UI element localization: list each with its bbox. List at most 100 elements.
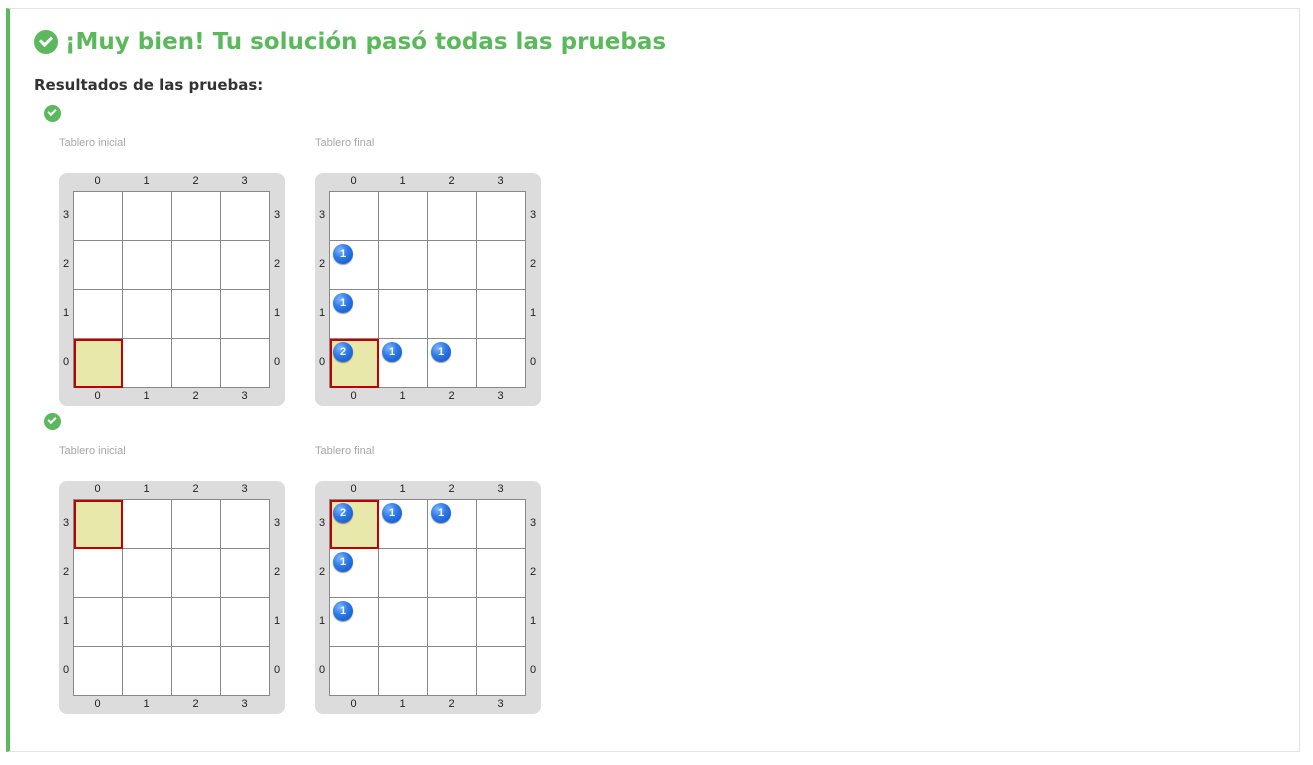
results-heading: Resultados de las pruebas: <box>34 76 264 94</box>
board-cell <box>379 647 428 696</box>
column-label: 0 <box>350 483 357 495</box>
column-label: 2 <box>192 390 199 402</box>
column-label: 0 <box>350 698 357 710</box>
board: 112110011223333221100 <box>315 173 541 406</box>
board-cell <box>477 549 526 598</box>
column-label: 3 <box>497 483 504 495</box>
row-label: 0 <box>318 663 326 676</box>
board-cell <box>74 647 123 696</box>
blue-stone-icon: 1 <box>431 342 451 362</box>
board-cell <box>123 339 172 388</box>
column-label: 3 <box>241 483 248 495</box>
board: 211110011223333221100 <box>315 481 541 714</box>
test-result: Tablero inicial 0 0 1 1 2 2 3 3 3 3 2 2 1 1 0 0 Tablero f… <box>10 413 710 723</box>
column-label: 1 <box>143 175 150 187</box>
board-cell <box>428 192 477 241</box>
row-label: 1 <box>318 306 326 319</box>
column-label: 3 <box>241 698 248 710</box>
column-label: 1 <box>143 483 150 495</box>
board-cell <box>428 290 477 339</box>
row-label: 0 <box>62 663 70 676</box>
column-label: 0 <box>94 175 101 187</box>
board-cell <box>428 241 477 290</box>
board-cell: 1 <box>330 549 379 598</box>
board-cell <box>123 241 172 290</box>
head-cell <box>74 500 123 549</box>
board-cell <box>379 290 428 339</box>
blue-stone-icon: 1 <box>333 293 353 313</box>
board-cell <box>172 192 221 241</box>
board-label: Tablero final <box>315 137 375 149</box>
board-cell <box>428 598 477 647</box>
blue-stone-icon: 1 <box>431 503 451 523</box>
board-cell <box>379 192 428 241</box>
board-cell <box>172 339 221 388</box>
row-label: 3 <box>529 208 537 221</box>
result-title-row: ¡Muy bien! Tu solución pasó todas las pr… <box>34 29 666 55</box>
column-label: 1 <box>399 390 406 402</box>
board-cell <box>123 290 172 339</box>
row-label: 2 <box>62 257 70 270</box>
row-label: 3 <box>273 208 281 221</box>
board-cell <box>428 647 477 696</box>
board-cell <box>477 500 526 549</box>
column-label: 0 <box>350 390 357 402</box>
board-cell <box>477 241 526 290</box>
blue-stone-icon: 1 <box>382 503 402 523</box>
row-label: 2 <box>62 565 70 578</box>
check-circle-icon <box>34 30 58 54</box>
column-label: 3 <box>497 390 504 402</box>
board-cell <box>477 192 526 241</box>
row-label: 2 <box>318 257 326 270</box>
row-label: 2 <box>273 257 281 270</box>
row-label: 1 <box>62 306 70 319</box>
board-cell: 1 <box>379 500 428 549</box>
row-label: 2 <box>318 565 326 578</box>
result-panel: ¡Muy bien! Tu solución pasó todas las pr… <box>6 8 1300 752</box>
row-label: 3 <box>529 516 537 529</box>
row-label: 2 <box>529 565 537 578</box>
board-cell <box>172 598 221 647</box>
board-cell <box>221 647 270 696</box>
board-cell: 1 <box>330 290 379 339</box>
board-cell: 1 <box>428 339 477 388</box>
result-title: ¡Muy bien! Tu solución pasó todas las pr… <box>65 29 667 55</box>
board-cell <box>74 598 123 647</box>
row-label: 3 <box>62 208 70 221</box>
column-label: 2 <box>448 390 455 402</box>
board-grid <box>73 499 270 696</box>
board-cell <box>123 192 172 241</box>
column-label: 0 <box>94 390 101 402</box>
row-label: 3 <box>62 516 70 529</box>
board-cell <box>477 290 526 339</box>
column-label: 2 <box>192 175 199 187</box>
board-cell <box>221 598 270 647</box>
board-cell <box>74 192 123 241</box>
check-circle-icon <box>44 413 61 430</box>
test-result: Tablero inicial 0 0 1 1 2 2 3 3 3 3 2 2 1 1 0 0 Tablero f… <box>10 105 710 415</box>
board-grid: 1 1 2 1 1 <box>329 191 526 388</box>
board-cell <box>123 500 172 549</box>
board-cell <box>221 241 270 290</box>
board-cell <box>221 500 270 549</box>
board-cell <box>330 192 379 241</box>
board-cell <box>172 500 221 549</box>
row-label: 3 <box>318 208 326 221</box>
board-label: Tablero inicial <box>59 137 126 149</box>
row-label: 0 <box>273 663 281 676</box>
board-cell <box>379 598 428 647</box>
board-cell <box>74 549 123 598</box>
board-cell <box>172 549 221 598</box>
head-cell: 2 <box>330 500 379 549</box>
row-label: 3 <box>318 516 326 529</box>
check-circle-icon <box>44 105 61 122</box>
board-label: Tablero final <box>315 445 375 457</box>
head-cell: 2 <box>330 339 379 388</box>
column-label: 2 <box>448 483 455 495</box>
board-cell <box>172 241 221 290</box>
column-label: 0 <box>350 175 357 187</box>
board-cell <box>221 192 270 241</box>
column-label: 3 <box>497 175 504 187</box>
column-label: 0 <box>94 483 101 495</box>
row-label: 1 <box>529 614 537 627</box>
